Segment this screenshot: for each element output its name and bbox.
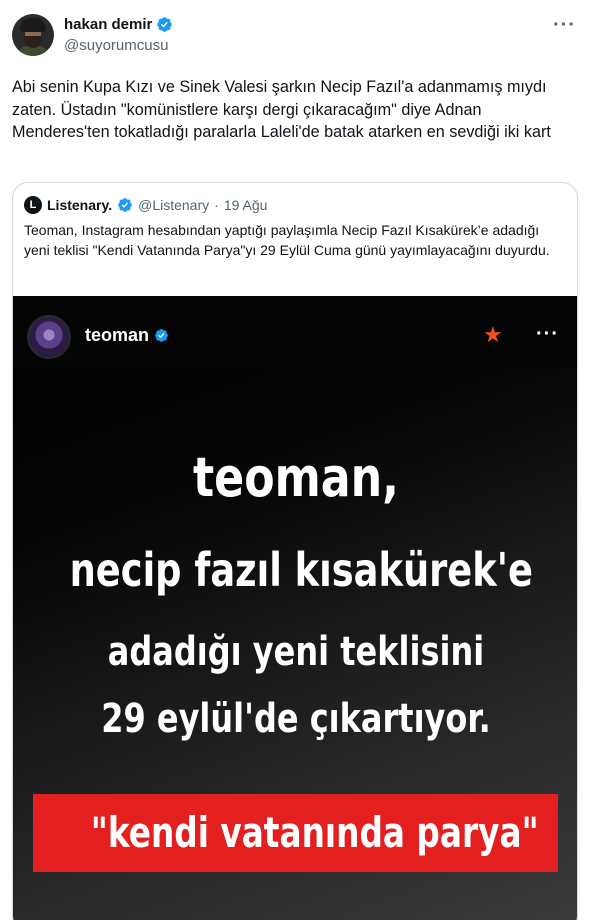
tweet-text: Abi senin Kupa Kızı ve Sinek Valesi şark… [12, 78, 551, 141]
quoted-separator: · [214, 197, 219, 213]
quoted-header: L Listenary. @Listenary · 19 Ağu [24, 196, 267, 214]
quoted-tweet[interactable]: L Listenary. @Listenary · 19 Ağu Teoman,… [12, 182, 578, 920]
quoted-display-name[interactable]: Listenary. [47, 197, 112, 213]
instagram-header: teoman ★ ··· [13, 296, 577, 368]
instagram-username: teoman [85, 325, 150, 345]
verified-badge-icon [157, 17, 173, 32]
quoted-text: Teoman, Instagram hesabından yaptığı pay… [24, 222, 550, 258]
headline-line-2: necip fazıl kısakürek'e [69, 543, 533, 597]
instagram-more-icon: ··· [536, 323, 559, 345]
quoted-avatar[interactable]: L [24, 196, 42, 214]
more-options-icon[interactable]: ··· [553, 14, 576, 37]
instagram-user-row: teoman [85, 325, 169, 346]
headline-line-4: 29 eylül'de çıkartıyor. [101, 696, 491, 742]
song-title-banner: "kendi vatanında parya" [33, 794, 558, 872]
author-avatar[interactable] [12, 14, 54, 56]
song-title-text: "kendi vatanında parya" [90, 808, 539, 857]
headline-line-1: teoman, [193, 446, 399, 509]
quoted-verified-badge-icon [118, 198, 132, 212]
instagram-verified-icon [155, 329, 168, 342]
author-handle[interactable]: @suyorumcusu [64, 37, 168, 54]
star-icon: ★ [483, 322, 503, 347]
instagram-avatar [27, 315, 71, 359]
tweet-card[interactable]: hakan demir @suyorumcusu ··· Abi senin K… [0, 0, 589, 920]
author-name-row[interactable]: hakan demir [64, 16, 173, 33]
quoted-handle[interactable]: @Listenary [138, 197, 209, 213]
quoted-date[interactable]: 19 Ağu [224, 197, 268, 213]
author-display-name[interactable]: hakan demir [64, 16, 152, 33]
headline-line-3: adadığı yeni teklisini [107, 629, 485, 675]
quoted-media-image[interactable]: teoman ★ ··· teoman, necip fazıl kısakür… [13, 296, 577, 920]
